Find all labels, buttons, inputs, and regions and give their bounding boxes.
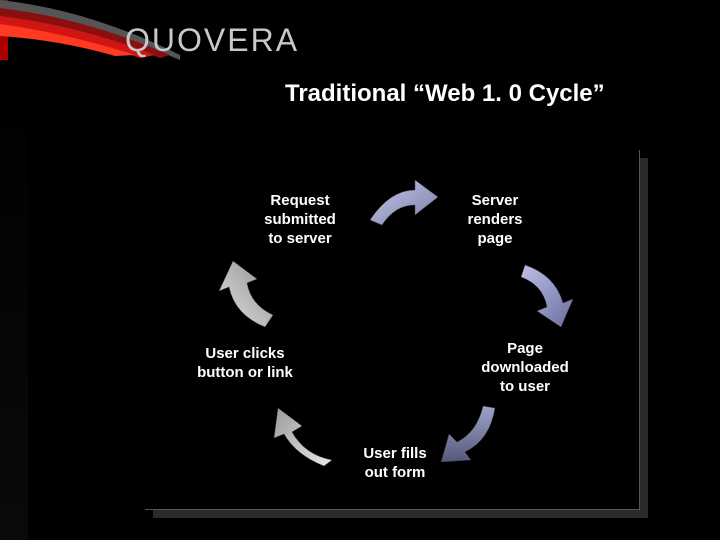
cycle-arrow-icon: [435, 400, 510, 475]
cycle-arrow-icon: [360, 175, 440, 235]
side-accent: [0, 70, 28, 540]
cycle-arrow-icon: [515, 255, 585, 330]
slide-title: Traditional “Web 1. 0 Cycle”: [285, 80, 605, 108]
step-server-renders: Serverrenderspage: [450, 192, 540, 248]
cycle-arrow-icon: [215, 255, 285, 335]
cycle-arrow-icon: [270, 400, 345, 475]
panel-front: Requestsubmittedto server Serverrendersp…: [145, 150, 640, 510]
step-user-fills-form: User fillsout form: [345, 445, 445, 483]
step-user-clicks: User clicksbutton or link: [180, 345, 310, 383]
logo-text: QUOVERA: [125, 22, 299, 59]
slide-header: QUOVERA: [0, 0, 720, 60]
step-page-downloaded: Pagedownloadedto user: [460, 340, 590, 396]
step-request-submitted: Requestsubmittedto server: [245, 192, 355, 248]
cycle-diagram: Requestsubmittedto server Serverrendersp…: [145, 150, 640, 510]
